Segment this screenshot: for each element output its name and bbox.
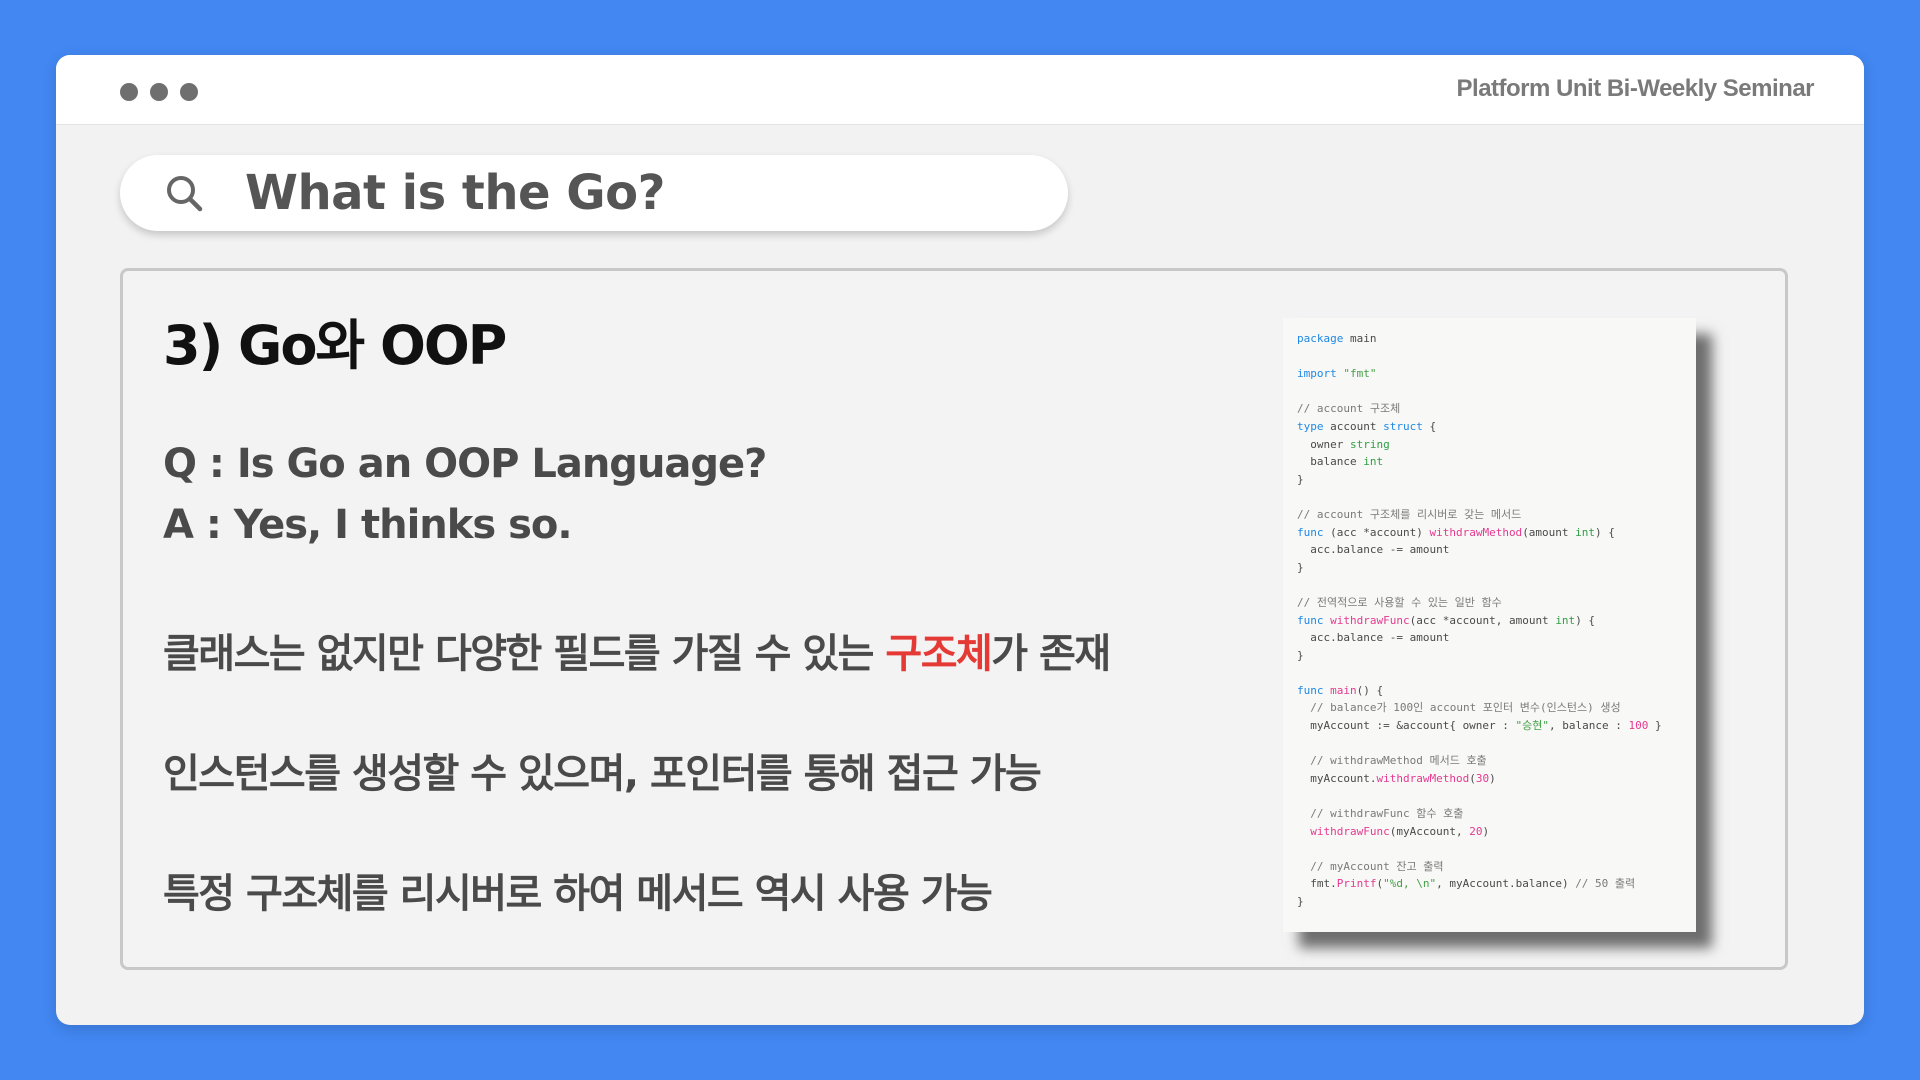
code-line: // myAccount 잔고 출력: [1310, 859, 1444, 873]
browser-window: Platform Unit Bi-Weekly Seminar What is …: [56, 55, 1864, 1025]
instance-paragraph: 인스턴스를 생성할 수 있으며, 포인터를 통해 접근 가능: [163, 751, 1042, 797]
code-line: import "fmt": [1297, 367, 1377, 381]
code-line: ​: [1297, 664, 1682, 682]
window-titlebar: Platform Unit Bi-Weekly Seminar: [56, 55, 1864, 125]
window-dot-3[interactable]: [180, 83, 198, 101]
code-line: // account 구조체: [1297, 402, 1401, 416]
code-line: // account 구조체를 리시버로 갖는 메서드: [1297, 507, 1522, 521]
code-line: }: [1297, 472, 1304, 486]
code-line: // 전역적으로 사용할 수 있는 일반 함수: [1297, 595, 1502, 609]
answer-text: A : Yes, I thinks so.: [163, 502, 573, 548]
code-line: }: [1297, 648, 1304, 662]
seminar-title: Platform Unit Bi-Weekly Seminar: [1456, 75, 1815, 102]
search-bar[interactable]: What is the Go?: [120, 155, 1068, 231]
code-line: ​: [1297, 787, 1682, 805]
code-line: type account struct {: [1297, 419, 1437, 433]
code-line: acc.balance -= amount: [1297, 543, 1450, 557]
section-title: 3) Go와 OOP: [163, 314, 507, 377]
window-dot-1[interactable]: [120, 83, 138, 101]
code-line: func main() {: [1297, 683, 1384, 697]
code-line: ​: [1297, 348, 1682, 366]
code-line: myAccount.withdrawMethod(30): [1297, 771, 1496, 785]
code-line: acc.balance -= amount: [1297, 631, 1450, 645]
struct-paragraph: 클래스는 없지만 다양한 필드를 가질 수 있는 구조체가 존재: [163, 621, 1111, 679]
code-line: withdrawFunc(myAccount, 20): [1310, 824, 1490, 838]
code-line: // withdrawFunc 함수 호출: [1310, 807, 1464, 821]
method-paragraph: 특정 구조체를 리시버로 하여 메서드 역시 사용 가능: [163, 871, 993, 917]
code-line: ​: [1297, 488, 1682, 506]
search-query: What is the Go?: [245, 165, 666, 221]
search-icon: [167, 176, 203, 212]
question-text: Q : Is Go an OOP Language?: [163, 441, 767, 487]
code-line: // withdrawMethod 메서드 호출: [1310, 754, 1487, 768]
code-line: ​: [1297, 576, 1682, 594]
code-line: package main: [1297, 332, 1377, 345]
struct-paragraph-start: 클래스는 없지만 다양한 필드를 가질 수 있는: [163, 631, 886, 677]
code-line: func withdrawFunc(acc *account, amount i…: [1297, 613, 1596, 627]
code-line: ​: [1297, 383, 1682, 401]
window-dot-2[interactable]: [150, 83, 168, 101]
struct-paragraph-end: 가 존재: [991, 631, 1111, 677]
code-line: myAccount := &account{ owner : "승현", bal…: [1297, 719, 1662, 733]
code-line: }: [1297, 560, 1304, 574]
code-line: owner string: [1297, 437, 1390, 451]
code-line: }: [1297, 895, 1304, 908]
code-line: fmt.Printf("%d, \n", myAccount.balance) …: [1297, 877, 1636, 891]
code-line: ​: [1297, 840, 1682, 858]
code-line: balance int: [1297, 455, 1384, 469]
slide-content: 3) Go와 OOP Q : Is Go an OOP Language? A …: [120, 268, 1788, 970]
code-line: ​: [1297, 735, 1682, 753]
struct-highlight: 구조체: [885, 631, 992, 677]
code-line: func (acc *account) withdrawMethod(amoun…: [1297, 525, 1615, 539]
code-line: // balance가 100인 account 포인터 변수(인스턴스) 생성: [1310, 701, 1621, 715]
code-snippet: package main​import "fmt"​// account 구조체…: [1283, 318, 1696, 932]
